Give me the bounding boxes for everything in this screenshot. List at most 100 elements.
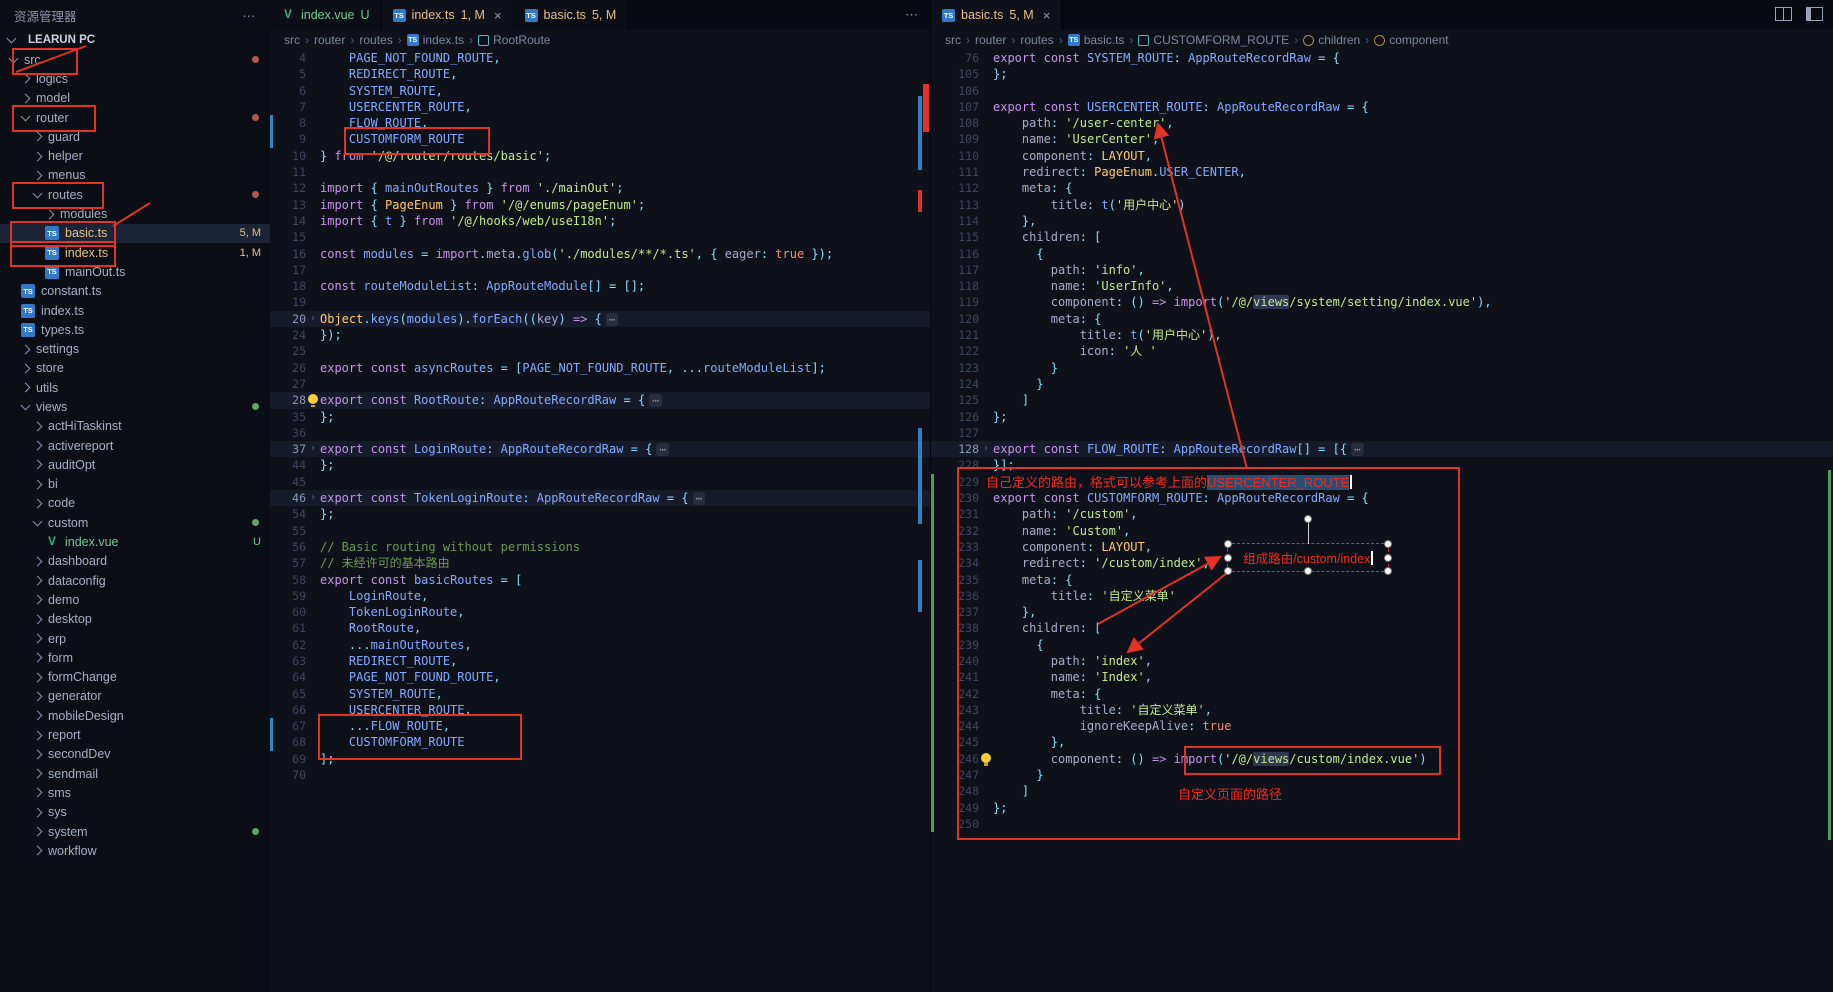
code-line[interactable]: 24}); — [270, 327, 930, 343]
tab-basic.ts[interactable]: TSbasic.ts5, M — [514, 0, 629, 30]
customize-layout-icon[interactable] — [1806, 7, 1823, 21]
code-line[interactable]: 121 title: t('用户中心'), — [931, 327, 1833, 343]
tree-item-menus[interactable]: menus — [0, 166, 270, 185]
code-line[interactable]: 114 }, — [931, 213, 1833, 229]
code-line[interactable]: 19 — [270, 294, 930, 310]
tree-item-demo[interactable]: demo — [0, 590, 270, 609]
code-line[interactable]: 6 SYSTEM_ROUTE, — [270, 83, 930, 99]
code-line[interactable]: 238 children: [ — [931, 620, 1833, 636]
code-line[interactable]: 113 title: t('用户中心') — [931, 197, 1833, 213]
code-line[interactable]: 128›export const FLOW_ROUTE: AppRouteRec… — [931, 441, 1833, 457]
tree-item-mainOut.ts[interactable]: TSmainOut.ts — [0, 262, 270, 281]
tree-item-formChange[interactable]: formChange — [0, 668, 270, 687]
breadcrumb-item-src[interactable]: src — [284, 33, 300, 47]
code-line[interactable]: 67 ...FLOW_ROUTE, — [270, 718, 930, 734]
code-line[interactable]: 109 name: 'UserCenter', — [931, 131, 1833, 147]
code-line[interactable]: 246 component: () => import('/@/views/cu… — [931, 751, 1833, 767]
code-line[interactable]: 61 RootRoute, — [270, 620, 930, 636]
close-icon[interactable]: × — [494, 8, 502, 23]
tree-item-index.ts[interactable]: TSindex.ts — [0, 301, 270, 320]
code-line[interactable]: 248 ] — [931, 783, 1833, 799]
lightbulb-icon[interactable] — [981, 753, 991, 763]
selection-handle[interactable] — [1384, 554, 1392, 562]
code-line[interactable]: 117 path: 'info', — [931, 262, 1833, 278]
code-line[interactable]: 9 CUSTOMFORM_ROUTE — [270, 131, 930, 147]
tree-item-logics[interactable]: logics — [0, 69, 270, 88]
code-line[interactable]: 249}; — [931, 800, 1833, 816]
code-line[interactable]: 8 FLOW_ROUTE, — [270, 115, 930, 131]
code-line[interactable]: 59 LoginRoute, — [270, 588, 930, 604]
selection-handle[interactable] — [1384, 540, 1392, 548]
code-line[interactable]: 105}; — [931, 66, 1833, 82]
code-line[interactable]: 232 name: 'Custom', — [931, 523, 1833, 539]
code-line[interactable]: 44}; — [270, 457, 930, 473]
breadcrumb-item-router[interactable]: router — [975, 33, 1006, 47]
code-line[interactable]: 237 }, — [931, 604, 1833, 620]
tree-item-views[interactable]: views — [0, 397, 270, 416]
code-line[interactable]: 60 TokenLoginRoute, — [270, 604, 930, 620]
annotation-textbox-route-compose[interactable]: 组成路由/custom/index — [1227, 543, 1389, 572]
fold-chevron-icon[interactable]: › — [306, 311, 320, 327]
code-line[interactable]: 54}; — [270, 506, 930, 522]
selection-handle[interactable] — [1304, 567, 1312, 575]
code-line[interactable]: 76export const SYSTEM_ROUTE: AppRouteRec… — [931, 50, 1833, 66]
code-line[interactable]: 37›export const LoginRoute: AppRouteReco… — [270, 441, 930, 457]
split-editor-icon[interactable] — [1775, 7, 1792, 21]
tree-item-dataconfig[interactable]: dataconfig — [0, 571, 270, 590]
code-line[interactable]: 4 PAGE_NOT_FOUND_ROUTE, — [270, 50, 930, 66]
code-line[interactable]: 66 USERCENTER_ROUTE, — [270, 702, 930, 718]
code-line[interactable]: 10} from '/@/router/routes/basic'; — [270, 148, 930, 164]
breadcrumb-item-children[interactable]: children — [1303, 33, 1360, 47]
tree-item-desktop[interactable]: desktop — [0, 610, 270, 629]
code-line[interactable]: 35}; — [270, 409, 930, 425]
code-line[interactable]: 15 — [270, 229, 930, 245]
code-line[interactable]: 115 children: [ — [931, 229, 1833, 245]
tree-item-dashboard[interactable]: dashboard — [0, 552, 270, 571]
fold-chevron-icon[interactable]: › — [306, 490, 320, 506]
tree-item-model[interactable]: model — [0, 89, 270, 108]
tree-item-erp[interactable]: erp — [0, 629, 270, 648]
tree-item-secondDev[interactable]: secondDev — [0, 745, 270, 764]
tree-item-sendmail[interactable]: sendmail — [0, 764, 270, 783]
code-line[interactable]: 230export const CUSTOMFORM_ROUTE: AppRou… — [931, 490, 1833, 506]
code-line[interactable]: 25 — [270, 343, 930, 359]
breadcrumb-item-routes[interactable]: routes — [359, 33, 392, 47]
code-line[interactable]: 110 component: LAYOUT, — [931, 148, 1833, 164]
code-line[interactable]: 116 { — [931, 246, 1833, 262]
tree-item-report[interactable]: report — [0, 725, 270, 744]
lightbulb-icon[interactable] — [308, 394, 318, 404]
code-line[interactable]: 56// Basic routing without permissions — [270, 539, 930, 555]
workspace-section-header[interactable]: LEARUN PC — [0, 30, 270, 50]
code-line[interactable]: 36 — [270, 425, 930, 441]
code-line[interactable]: 244 ignoreKeepAlive: true — [931, 718, 1833, 734]
code-editor-index-ts[interactable]: 4 PAGE_NOT_FOUND_ROUTE,5 REDIRECT_ROUTE,… — [270, 50, 930, 992]
code-line[interactable]: 57// 未经许可的基本路由 — [270, 555, 930, 571]
tree-item-index.vue[interactable]: Vindex.vueU — [0, 532, 270, 551]
tree-item-workflow[interactable]: workflow — [0, 841, 270, 860]
code-line[interactable]: 108 path: '/user-center', — [931, 115, 1833, 131]
tab-basic.ts[interactable]: TSbasic.ts5, M× — [931, 0, 1062, 30]
tab-index.vue[interactable]: Vindex.vueU — [270, 0, 382, 30]
code-line[interactable]: 111 redirect: PageEnum.USER_CENTER, — [931, 164, 1833, 180]
code-line[interactable]: 68 CUSTOMFORM_ROUTE — [270, 734, 930, 750]
tree-item-sms[interactable]: sms — [0, 783, 270, 802]
code-line[interactable]: 55 — [270, 523, 930, 539]
code-line[interactable]: 13import { PageEnum } from '/@/enums/pag… — [270, 197, 930, 213]
code-line[interactable]: 17 — [270, 262, 930, 278]
tree-item-store[interactable]: store — [0, 359, 270, 378]
breadcrumb-item-router[interactable]: router — [314, 33, 345, 47]
code-line[interactable]: 239 { — [931, 637, 1833, 653]
tree-item-utils[interactable]: utils — [0, 378, 270, 397]
code-line[interactable]: 26export const asyncRoutes = [PAGE_NOT_F… — [270, 360, 930, 376]
code-line[interactable]: 46›export const TokenLoginRoute: AppRout… — [270, 490, 930, 506]
breadcrumb-item-routes[interactable]: routes — [1020, 33, 1053, 47]
code-line[interactable]: 62 ...mainOutRoutes, — [270, 637, 930, 653]
code-line[interactable]: 125 ] — [931, 392, 1833, 408]
code-line[interactable]: 106 — [931, 83, 1833, 99]
selection-handle[interactable] — [1224, 540, 1232, 548]
code-line[interactable]: 11 — [270, 164, 930, 180]
tree-item-constant.ts[interactable]: TSconstant.ts — [0, 282, 270, 301]
code-line[interactable]: 58export const basicRoutes = [ — [270, 572, 930, 588]
fold-chevron-icon[interactable]: › — [306, 441, 320, 457]
code-line[interactable]: 236 title: '自定义菜单' — [931, 588, 1833, 604]
